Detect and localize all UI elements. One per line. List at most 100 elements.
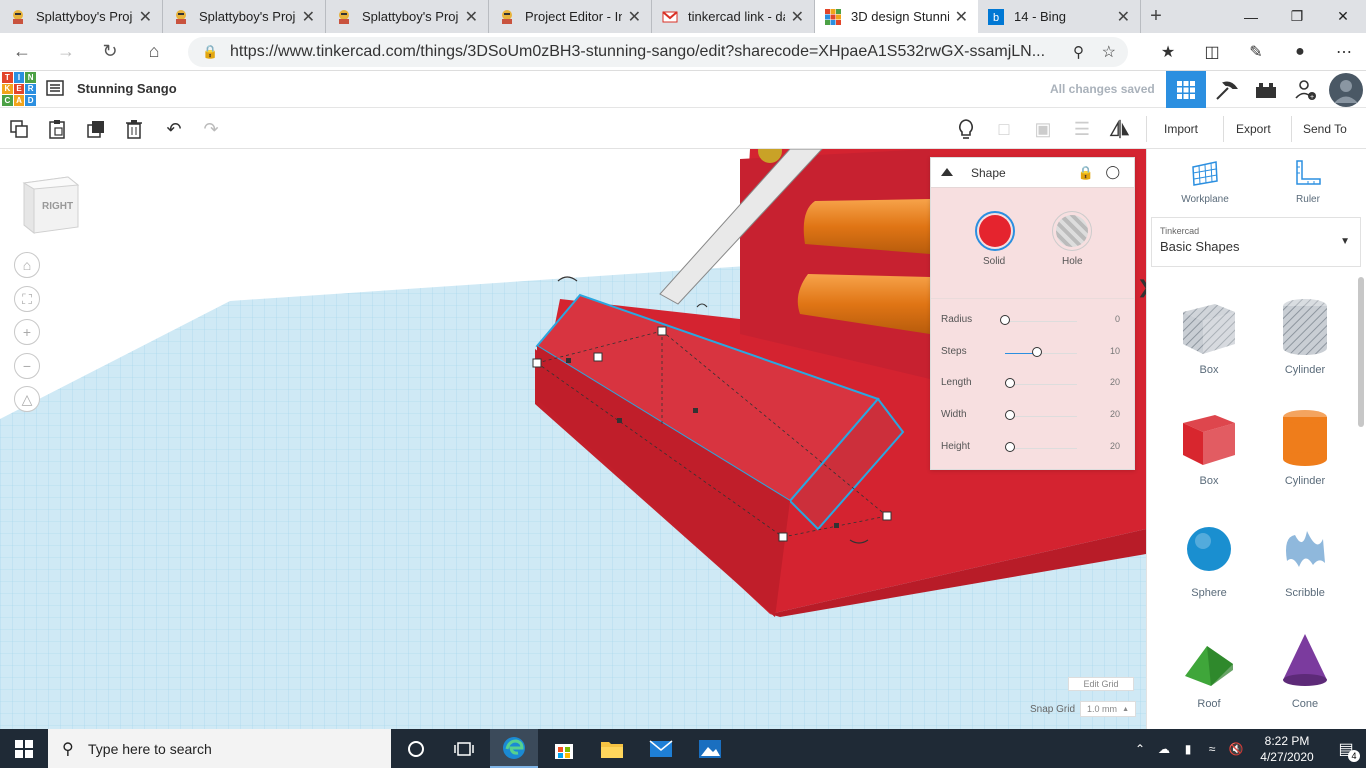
- param-value[interactable]: 0: [1115, 314, 1120, 324]
- param-slider-track[interactable]: [1005, 416, 1077, 417]
- hole-button[interactable]: [1052, 211, 1092, 251]
- shape-sphere[interactable]: Sphere: [1169, 517, 1249, 599]
- wifi-icon[interactable]: ≈: [1200, 742, 1224, 756]
- group-icon[interactable]: ▣: [1032, 118, 1054, 140]
- close-tab-icon[interactable]: ✕: [791, 7, 804, 27]
- param-slider-knob[interactable]: [1005, 378, 1015, 388]
- refresh-icon[interactable]: ↻: [88, 41, 132, 62]
- export-button[interactable]: Export: [1226, 116, 1281, 142]
- param-value[interactable]: 20: [1110, 377, 1120, 387]
- lock-icon[interactable]: 🔒: [1078, 165, 1094, 181]
- browser-tab[interactable]: Splattyboy's Proje ✕: [326, 0, 489, 33]
- close-tab-icon[interactable]: ✕: [465, 7, 478, 27]
- task-view-button[interactable]: [440, 729, 488, 768]
- paste-icon[interactable]: [46, 118, 68, 140]
- home-view-button[interactable]: ⌂: [14, 252, 40, 278]
- fit-view-button[interactable]: ⛶: [14, 286, 40, 312]
- forward-icon[interactable]: →: [44, 41, 88, 62]
- param-slider-track[interactable]: [1005, 448, 1077, 449]
- volume-icon[interactable]: 🔇: [1224, 742, 1248, 756]
- shape-cylinder[interactable]: Cylinder: [1265, 294, 1345, 376]
- restore-button[interactable]: ❐: [1274, 0, 1320, 33]
- bricks-view-button[interactable]: [1246, 71, 1286, 108]
- view-cube[interactable]: RIGHT: [20, 173, 82, 235]
- browser-tab[interactable]: 3D design Stunnin ✕: [815, 0, 978, 33]
- zoom-out-button[interactable]: −: [14, 353, 40, 379]
- design-menu-icon[interactable]: [46, 80, 64, 96]
- favorite-star-icon[interactable]: ☆: [1102, 42, 1116, 62]
- profile-icon[interactable]: ●: [1278, 43, 1322, 61]
- shape-scribble[interactable]: Scribble: [1265, 517, 1345, 599]
- sidebar-scrollbar[interactable]: [1358, 277, 1364, 427]
- undo-icon[interactable]: ↶: [163, 118, 185, 140]
- taskbar-search[interactable]: ⚲ Type here to search: [48, 729, 391, 768]
- shape-cone[interactable]: Cone: [1265, 628, 1345, 710]
- mail-taskbar-button[interactable]: [637, 729, 685, 768]
- param-slider-knob[interactable]: [1032, 347, 1042, 357]
- param-value[interactable]: 20: [1110, 409, 1120, 419]
- zoom-in-button[interactable]: +: [14, 319, 40, 345]
- shape-cylinder[interactable]: Cylinder: [1265, 405, 1345, 487]
- redo-icon[interactable]: ↷: [200, 118, 222, 140]
- param-slider-track[interactable]: [1005, 384, 1077, 385]
- shape-library-dropdown[interactable]: Tinkercad Basic Shapes ▼: [1151, 217, 1361, 267]
- minimize-button[interactable]: —: [1228, 0, 1274, 33]
- new-tab-button[interactable]: +: [1141, 0, 1171, 33]
- param-slider-track[interactable]: [1005, 321, 1077, 322]
- shape-box[interactable]: Box: [1169, 405, 1249, 487]
- send-to-button[interactable]: Send To: [1293, 116, 1357, 142]
- ortho-view-button[interactable]: △: [14, 386, 40, 412]
- tray-chevron-icon[interactable]: ⌃: [1128, 742, 1152, 756]
- browser-tab[interactable]: b 14 - Bing ✕: [978, 0, 1141, 33]
- param-slider-knob[interactable]: [1000, 315, 1010, 325]
- browser-tab[interactable]: tinkercad link - da ✕: [652, 0, 815, 33]
- browser-tab[interactable]: Splattyboy's Proje ✕: [163, 0, 326, 33]
- blocks-view-button[interactable]: [1206, 71, 1246, 108]
- ruler-tool[interactable]: Ruler: [1268, 159, 1348, 205]
- collapse-icon[interactable]: [941, 168, 953, 176]
- shape-roof[interactable]: Roof: [1169, 628, 1249, 710]
- workplane-tool[interactable]: Workplane: [1165, 159, 1245, 205]
- lightbulb-icon[interactable]: [955, 118, 977, 140]
- align-icon[interactable]: ☰: [1071, 118, 1093, 140]
- store-taskbar-button[interactable]: [540, 729, 588, 768]
- home-icon[interactable]: ⌂: [132, 41, 176, 62]
- 3d-view-button[interactable]: [1166, 71, 1206, 108]
- close-tab-icon[interactable]: ✕: [302, 7, 315, 27]
- battery-icon[interactable]: ▮: [1176, 742, 1200, 756]
- url-field[interactable]: 🔒 https://www.tinkercad.com/things/3DSoU…: [188, 37, 1128, 67]
- cortana-button[interactable]: [392, 729, 440, 768]
- browser-tab[interactable]: Splattyboy's Proje ✕: [0, 0, 163, 33]
- close-tab-icon[interactable]: ✕: [139, 7, 152, 27]
- tinkercad-logo[interactable]: TIN KER CAD: [2, 72, 36, 106]
- edge-taskbar-button[interactable]: [490, 729, 538, 768]
- param-slider-knob[interactable]: [1005, 410, 1015, 420]
- delete-icon[interactable]: [123, 118, 145, 140]
- edit-grid-button[interactable]: Edit Grid: [1068, 677, 1134, 691]
- close-window-button[interactable]: ✕: [1320, 0, 1366, 33]
- close-tab-icon[interactable]: ✕: [628, 7, 641, 27]
- more-options-icon[interactable]: ⋯: [1322, 42, 1366, 62]
- collections-icon[interactable]: ◫: [1190, 42, 1234, 62]
- back-icon[interactable]: ←: [0, 41, 44, 62]
- project-title[interactable]: Stunning Sango: [77, 81, 177, 96]
- mirror-icon[interactable]: [1109, 118, 1131, 140]
- visibility-bulb-icon[interactable]: ◯: [1105, 164, 1120, 180]
- search-icon[interactable]: ⚲: [1073, 43, 1084, 61]
- shape-box[interactable]: Box: [1169, 294, 1249, 376]
- invite-button[interactable]: +: [1286, 71, 1326, 108]
- browser-tab[interactable]: Project Editor - In ✕: [489, 0, 652, 33]
- start-button[interactable]: [0, 729, 48, 768]
- favorites-icon[interactable]: ★: [1146, 42, 1190, 62]
- param-value[interactable]: 10: [1110, 346, 1120, 356]
- file-explorer-button[interactable]: [588, 729, 636, 768]
- photos-taskbar-button[interactable]: [686, 729, 734, 768]
- param-value[interactable]: 20: [1110, 441, 1120, 451]
- user-avatar[interactable]: [1326, 71, 1366, 108]
- copy-icon[interactable]: [8, 118, 30, 140]
- duplicate-icon[interactable]: [85, 118, 107, 140]
- snap-grid-select[interactable]: 1.0 mm ▲: [1080, 701, 1136, 717]
- solid-color-button[interactable]: [975, 211, 1015, 251]
- feedback-icon[interactable]: ✎: [1234, 42, 1278, 62]
- note-icon[interactable]: □: [993, 118, 1015, 140]
